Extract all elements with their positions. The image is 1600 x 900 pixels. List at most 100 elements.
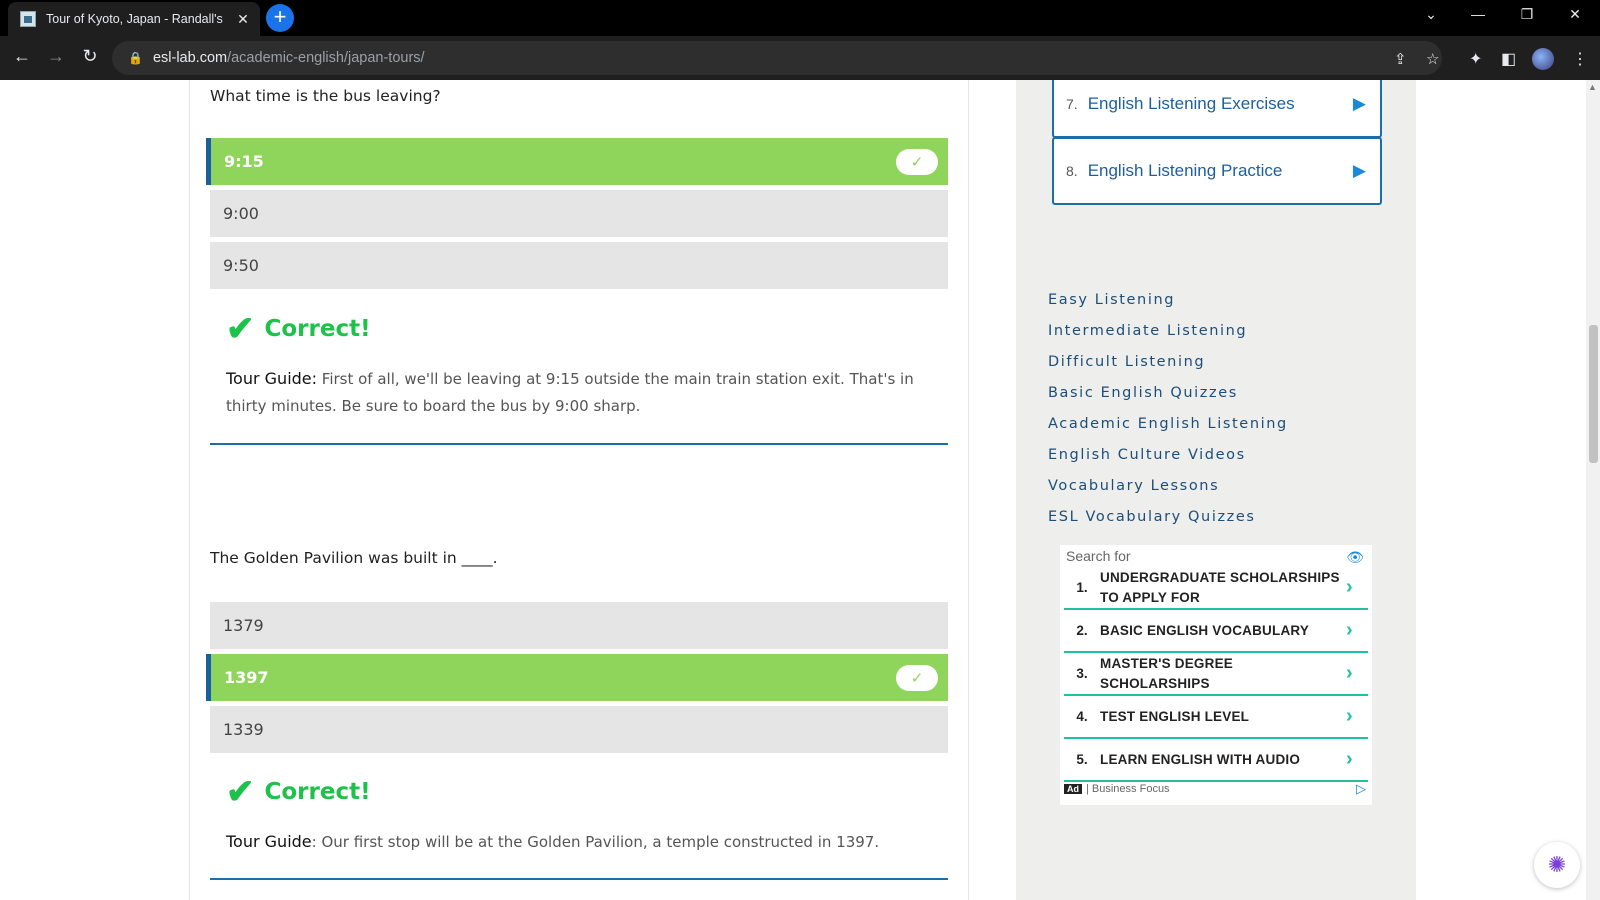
feedback-header: ✔ Correct! xyxy=(226,312,371,346)
card-label: English Listening Exercises xyxy=(1087,94,1295,113)
answer-option[interactable]: 1339 xyxy=(210,706,948,753)
brain-extension-icon[interactable]: ✺ xyxy=(1534,842,1580,888)
ad-item-label: LEARN ENGLISH WITH AUDIO xyxy=(1100,751,1301,767)
extensions-puzzle-icon[interactable]: ✦ xyxy=(1469,49,1482,69)
profile-avatar[interactable] xyxy=(1532,48,1554,70)
sidebar-link-intermediate-listening[interactable]: Intermediate Listening xyxy=(1048,323,1247,339)
chevron-right-icon: › xyxy=(1346,748,1353,770)
ad-item[interactable]: 1. UNDERGRADUATE SCHOLARSHIPS TO APPLY F… xyxy=(1064,567,1368,610)
play-arrow-icon: ▶ xyxy=(1352,161,1366,180)
ad-item-number: 5. xyxy=(1076,752,1088,767)
address-bar[interactable]: 🔒 esl-lab.com /academic-english/japan-to… xyxy=(112,41,1442,75)
explanation-text: Tour Guide: Our first stop will be at th… xyxy=(226,828,926,856)
ad-item-label: TEST ENGLISH LEVEL xyxy=(1100,708,1250,724)
sidebar-link-esl-vocabulary-quizzes[interactable]: ESL Vocabulary Quizzes xyxy=(1048,509,1256,525)
ad-item-number: 4. xyxy=(1076,709,1088,724)
sidebar: 7. English Listening Exercises ▶ 8. Engl… xyxy=(1016,80,1416,900)
reload-icon[interactable]: ↻ xyxy=(78,46,102,67)
ad-item-label: BASIC ENGLISH VOCABULARY xyxy=(1100,622,1310,638)
feedback-text: Correct! xyxy=(264,316,371,342)
tab-strip: Tour of Kyoto, Japan - Randall's ✕ + ⌄ —… xyxy=(0,0,1600,36)
chevron-right-icon: › xyxy=(1346,662,1353,684)
lock-icon: 🔒 xyxy=(128,51,143,65)
sidebar-link-vocabulary-lessons[interactable]: Vocabulary Lessons xyxy=(1048,478,1219,494)
sidebar-link-easy-listening[interactable]: Easy Listening xyxy=(1048,292,1175,308)
bookmark-star-icon[interactable]: ☆ xyxy=(1426,50,1439,68)
answer-option-correct[interactable]: 1397 ✓ xyxy=(206,654,948,701)
speaker-label: Tour Guide xyxy=(226,832,312,851)
answer-label: 9:00 xyxy=(223,204,259,223)
side-panel-icon[interactable]: ◧ xyxy=(1501,49,1516,69)
back-arrow-icon[interactable]: ← xyxy=(10,46,34,67)
tab-search-icon[interactable]: ⌄ xyxy=(1416,6,1446,23)
question-text: What time is the bus leaving? xyxy=(210,87,441,105)
ad-item[interactable]: 5. LEARN ENGLISH WITH AUDIO › xyxy=(1064,739,1368,782)
ad-badge: Ad xyxy=(1064,784,1082,794)
answer-label: 1339 xyxy=(223,720,264,739)
window-close-icon[interactable]: ✕ xyxy=(1560,6,1590,23)
answer-option[interactable]: 9:00 xyxy=(210,190,948,237)
eye-hide-icon[interactable]: 👁 xyxy=(1346,549,1364,566)
ad-item[interactable]: 2. BASIC ENGLISH VOCABULARY › xyxy=(1064,610,1368,653)
explanation-body: First of all, we'll be leaving at 9:15 o… xyxy=(226,370,914,415)
card-label: English Listening Practice xyxy=(1087,161,1283,180)
sidebar-link-difficult-listening[interactable]: Difficult Listening xyxy=(1048,354,1205,370)
url-path: /academic-english/japan-tours/ xyxy=(227,50,425,66)
ad-search-for-label: Search for xyxy=(1066,548,1131,564)
web-page: What time is the bus leaving? 9:15 ✓ 9:0… xyxy=(0,80,1586,900)
sidebar-card-listening-practice[interactable]: 8. English Listening Practice ▶ xyxy=(1052,137,1382,205)
tab-title: Tour of Kyoto, Japan - Randall's xyxy=(46,12,223,26)
sidebar-link-academic-english-listening[interactable]: Academic English Listening xyxy=(1048,416,1288,432)
answer-option-correct[interactable]: 9:15 ✓ xyxy=(206,138,948,185)
ad-sponsor: | Business Focus xyxy=(1086,783,1170,795)
browser-toolbar: ← → ↻ 🔒 esl-lab.com /academic-english/ja… xyxy=(0,36,1600,80)
ad-item[interactable]: 3. MASTER'S DEGREE SCHOLARSHIPS › xyxy=(1064,653,1368,696)
speaker-label: Tour Guide: xyxy=(226,369,318,388)
explanation-body: : Our first stop will be at the Golden P… xyxy=(311,833,880,851)
url-host: esl-lab.com xyxy=(152,50,228,66)
checkmark-icon: ✔ xyxy=(226,773,255,811)
minimize-icon[interactable]: — xyxy=(1463,6,1493,22)
forward-arrow-icon[interactable]: → xyxy=(44,46,68,67)
explanation-text: Tour Guide: First of all, we'll be leavi… xyxy=(226,365,926,420)
answer-label: 9:15 xyxy=(224,152,264,171)
browser-tab[interactable]: Tour of Kyoto, Japan - Randall's ✕ xyxy=(8,2,260,36)
scrollbar-thumb[interactable] xyxy=(1589,325,1598,463)
ad-choices-icon[interactable]: ▷ xyxy=(1356,781,1366,797)
menu-kebab-icon[interactable]: ⋮ xyxy=(1572,49,1588,69)
ad-item-number: 2. xyxy=(1076,623,1088,638)
sidebar-link-english-culture-videos[interactable]: English Culture Videos xyxy=(1048,447,1246,463)
ad-item-label: UNDERGRADUATE SCHOLARSHIPS TO APPLY FOR xyxy=(1100,569,1340,605)
restore-icon[interactable]: ❐ xyxy=(1512,6,1542,23)
chevron-right-icon: › xyxy=(1346,619,1353,641)
sidebar-link-basic-english-quizzes[interactable]: Basic English Quizzes xyxy=(1048,385,1238,401)
ad-search-box: Search for 👁 1. UNDERGRADUATE SCHOLARSHI… xyxy=(1060,545,1372,805)
sidebar-card-listening-exercises[interactable]: 7. English Listening Exercises ▶ xyxy=(1052,80,1382,138)
answer-label: 9:50 xyxy=(223,256,259,275)
answer-label: 1379 xyxy=(223,616,264,635)
answer-label: 1397 xyxy=(224,668,269,687)
answer-option[interactable]: 9:50 xyxy=(210,242,948,289)
page-scrollbar[interactable]: ▲ xyxy=(1586,80,1600,900)
card-number: 8. xyxy=(1066,163,1078,179)
check-icon: ✓ xyxy=(896,665,938,691)
ad-item-number: 1. xyxy=(1076,580,1088,595)
new-tab-button[interactable]: + xyxy=(266,4,294,32)
feedback-text: Correct! xyxy=(264,779,371,805)
answer-option[interactable]: 1379 xyxy=(210,602,948,649)
play-arrow-icon: ▶ xyxy=(1352,94,1366,113)
checkmark-icon: ✔ xyxy=(226,310,255,348)
ad-item-number: 3. xyxy=(1076,666,1088,681)
chevron-right-icon: › xyxy=(1346,576,1353,598)
share-icon[interactable]: ⇪ xyxy=(1394,50,1407,68)
card-number: 7. xyxy=(1066,96,1078,112)
feedback-header: ✔ Correct! xyxy=(226,775,371,809)
ad-item-label: MASTER'S DEGREE SCHOLARSHIPS xyxy=(1100,655,1233,691)
tab-close-icon[interactable]: ✕ xyxy=(234,11,252,28)
section-divider xyxy=(210,878,948,880)
scroll-up-arrow-icon[interactable]: ▲ xyxy=(1588,82,1597,92)
site-favicon-icon xyxy=(20,11,36,27)
section-divider xyxy=(210,443,948,445)
check-icon: ✓ xyxy=(896,149,938,175)
ad-item[interactable]: 4. TEST ENGLISH LEVEL › xyxy=(1064,696,1368,739)
